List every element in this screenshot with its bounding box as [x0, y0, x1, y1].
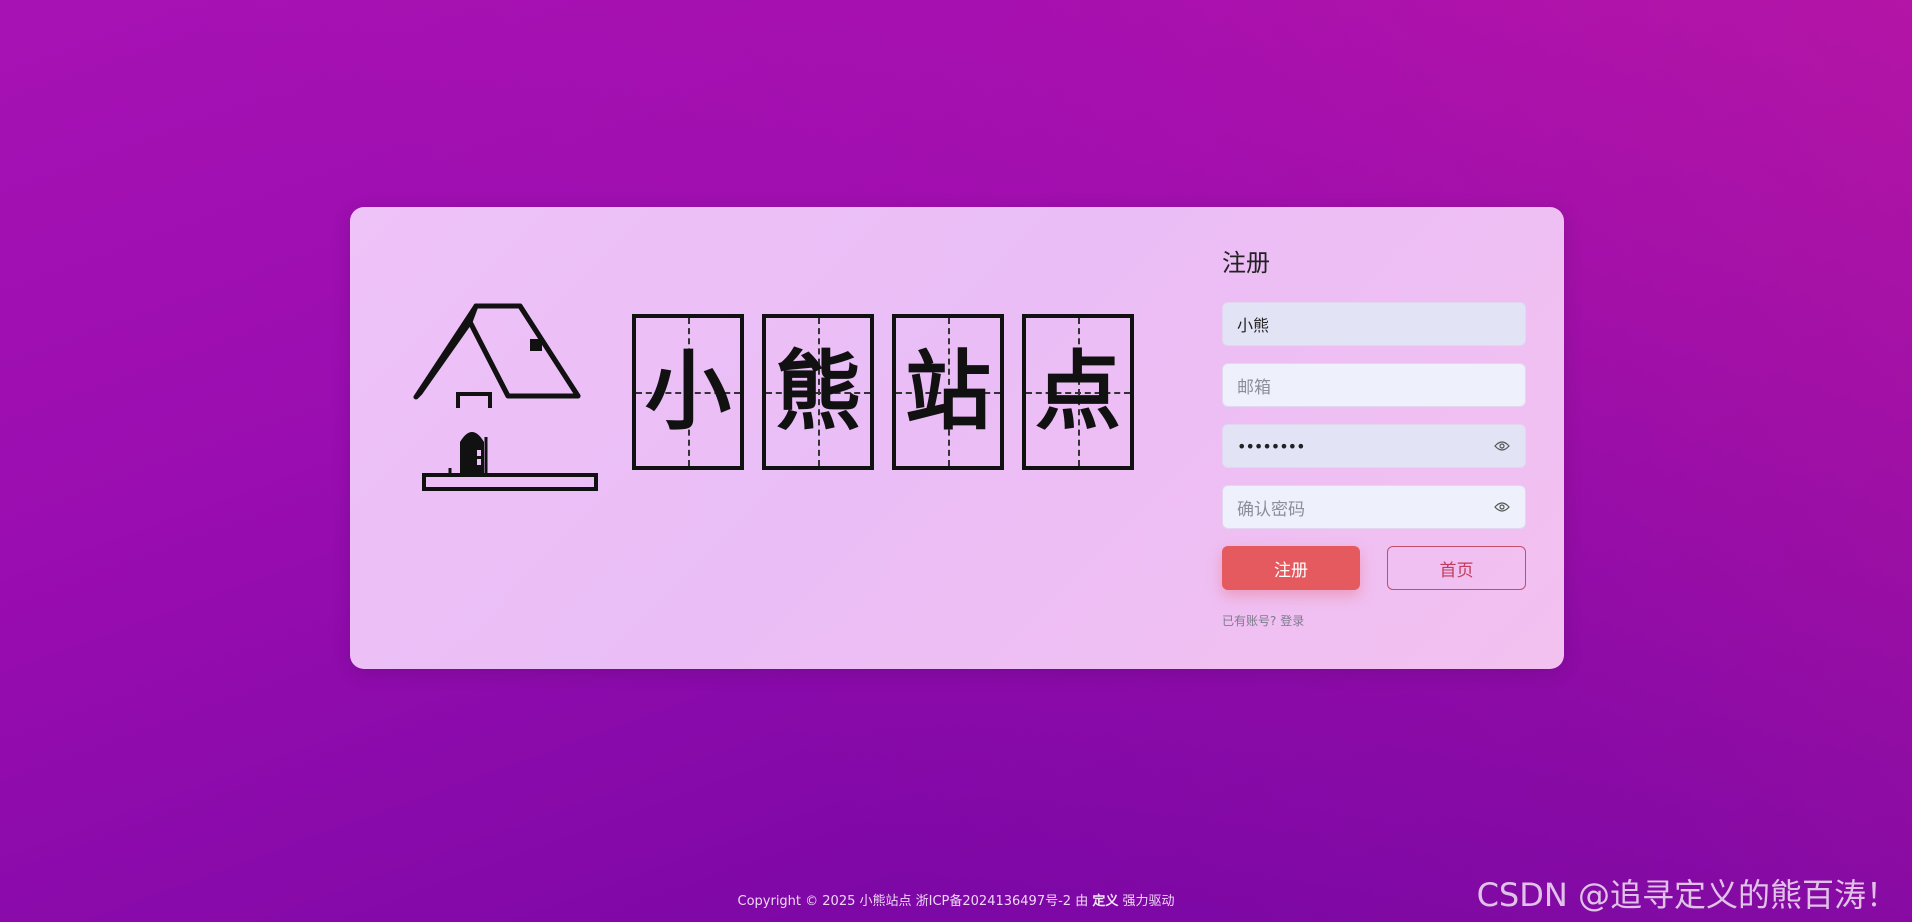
eye-icon[interactable]	[1493, 501, 1511, 513]
register-button[interactable]: 注册	[1222, 546, 1360, 590]
register-card: 小 熊 站 点 注册 小熊 邮箱 •••••••• 确认密码 注册 首页 已有账…	[350, 207, 1564, 669]
password-value: ••••••••	[1237, 436, 1306, 456]
logo-char-3: 站	[892, 314, 1004, 470]
register-form: 注册 小熊 邮箱 •••••••• 确认密码 注册 首页 已有账号? 登录	[1222, 207, 1532, 669]
house-icon	[413, 303, 598, 491]
logo-char-4: 点	[1022, 314, 1134, 470]
watermark: CSDN @追寻定义的熊百涛！	[1476, 876, 1898, 914]
footer-link-dingyi[interactable]: 定义	[1092, 894, 1118, 909]
login-hint: 已有账号? 登录	[1222, 612, 1304, 629]
logo-char-1: 小	[632, 314, 744, 470]
form-title: 注册	[1222, 249, 1270, 277]
login-hint-text: 已有账号?	[1222, 614, 1281, 628]
email-field[interactable]: 邮箱	[1222, 363, 1526, 407]
home-button[interactable]: 首页	[1387, 546, 1526, 590]
username-value: 小熊	[1237, 316, 1270, 335]
logo-char-2: 熊	[762, 314, 874, 470]
password-field[interactable]: ••••••••	[1222, 424, 1526, 468]
confirm-password-placeholder: 确认密码	[1237, 499, 1305, 520]
logo-char-1-text: 小	[645, 342, 731, 442]
footer-suffix: 强力驱动	[1118, 894, 1175, 909]
confirm-password-field[interactable]: 确认密码	[1222, 485, 1526, 529]
logo-char-4-text: 点	[1035, 342, 1121, 442]
login-link[interactable]: 登录	[1280, 614, 1304, 628]
username-field[interactable]: 小熊	[1222, 302, 1526, 346]
logo-char-3-text: 站	[905, 342, 991, 442]
site-logo: 小 熊 站 点	[410, 292, 1134, 492]
logo-char-2-text: 熊	[775, 342, 861, 442]
footer-copyright: Copyright © 2025 小熊站点 浙ICP备2024136497号-2…	[737, 894, 1093, 909]
email-placeholder: 邮箱	[1237, 377, 1271, 398]
eye-icon[interactable]	[1493, 440, 1511, 452]
